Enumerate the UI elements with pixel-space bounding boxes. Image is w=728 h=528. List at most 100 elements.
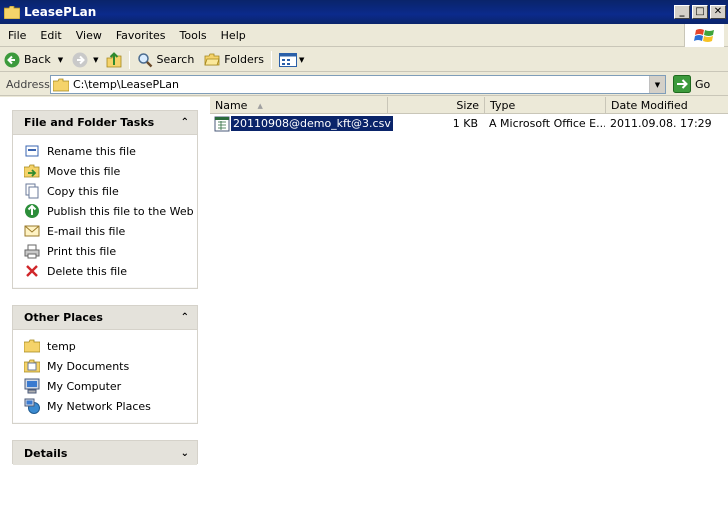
minimize-button[interactable]: _ <box>674 5 690 19</box>
toolbar-separator <box>271 50 273 69</box>
menu-bar: File Edit View Favorites Tools Help <box>0 24 728 47</box>
menu-tools[interactable]: Tools <box>173 29 214 42</box>
place-temp[interactable]: temp <box>24 336 197 356</box>
address-value: C:\temp\LeasePLan <box>73 78 179 91</box>
forward-button[interactable] <box>69 49 91 71</box>
delete-icon <box>24 263 40 279</box>
other-places-panel: Other Places ⌃ temp My Documents My Comp… <box>12 305 198 424</box>
back-arrow-icon <box>4 52 20 67</box>
expand-icon[interactable]: ⌄ <box>181 448 189 459</box>
folders-icon <box>204 53 220 65</box>
column-label: Date Modified <box>611 99 688 112</box>
address-bar: Address C:\temp\LeasePLan ▼ Go <box>0 73 728 96</box>
file-folder-tasks-header[interactable]: File and Folder Tasks ⌃ <box>13 111 197 135</box>
column-label: Name <box>215 99 248 112</box>
maximize-button[interactable]: □ <box>692 5 708 19</box>
windows-logo-icon <box>684 24 724 47</box>
place-label: My Computer <box>47 379 122 393</box>
task-copy[interactable]: Copy this file <box>24 181 197 201</box>
file-folder-tasks-panel: File and Folder Tasks ⌃ Rename this file… <box>12 110 198 289</box>
panel-title: File and Folder Tasks <box>24 116 155 129</box>
task-email[interactable]: E-mail this file <box>24 221 197 241</box>
my-documents-icon <box>24 358 40 374</box>
menu-favorites[interactable]: Favorites <box>109 29 173 42</box>
back-label: Back <box>24 53 51 66</box>
search-button[interactable]: Search <box>134 49 198 71</box>
title-bar[interactable]: LeasePLan _ □ ✕ <box>0 0 728 24</box>
menu-view[interactable]: View <box>69 29 109 42</box>
column-header-name[interactable]: Name ▲ <box>210 97 388 114</box>
views-dropdown-icon: ▼ <box>299 55 305 64</box>
column-label: Size <box>456 99 479 112</box>
column-header-type[interactable]: Type <box>485 97 606 114</box>
minimize-icon: _ <box>679 6 685 17</box>
task-publish-web[interactable]: Publish this file to the Web <box>24 201 197 221</box>
back-dropdown-icon[interactable]: ▼ <box>58 56 63 64</box>
email-icon <box>24 223 40 239</box>
move-icon <box>24 163 40 179</box>
menu-help[interactable]: Help <box>214 29 253 42</box>
rename-icon <box>24 143 40 159</box>
task-print[interactable]: Print this file <box>24 241 197 261</box>
place-my-computer[interactable]: My Computer <box>24 376 197 396</box>
details-header[interactable]: Details ⌄ <box>13 441 197 465</box>
address-input[interactable]: C:\temp\LeasePLan ▼ <box>50 75 666 94</box>
task-label: Copy this file <box>47 184 119 198</box>
task-label: Move this file <box>47 164 121 178</box>
folder-up-icon <box>106 51 121 67</box>
window-title: LeasePLan <box>24 5 97 19</box>
file-folder-tasks-body: Rename this file Move this file Copy thi… <box>13 135 197 287</box>
place-my-documents[interactable]: My Documents <box>24 356 197 376</box>
column-header-date-modified[interactable]: Date Modified <box>606 97 728 114</box>
column-label: Type <box>490 99 516 112</box>
file-type-cell: A Microsoft Office E... <box>489 117 605 130</box>
search-icon <box>137 52 152 67</box>
toolbar-separator <box>128 50 130 69</box>
other-places-header[interactable]: Other Places ⌃ <box>13 306 197 330</box>
place-my-network-places[interactable]: My Network Places <box>24 396 197 416</box>
task-label: E-mail this file <box>47 224 126 238</box>
back-button[interactable]: Back <box>0 49 54 71</box>
collapse-icon[interactable]: ⌃ <box>181 117 189 128</box>
print-icon <box>24 243 40 259</box>
task-label: Publish this file to the Web <box>47 204 194 218</box>
column-header-size[interactable]: Size <box>388 97 485 114</box>
task-label: Print this file <box>47 244 117 258</box>
go-arrow-icon <box>673 75 691 93</box>
column-header-row: Name ▲ Size Type Date Modified <box>210 97 728 114</box>
folder-icon <box>4 5 20 19</box>
folders-label: Folders <box>224 53 265 66</box>
menu-file[interactable]: File <box>0 29 33 42</box>
file-name: 20110908@demo_kft@3.csv <box>230 115 394 132</box>
task-label: Rename this file <box>47 144 136 158</box>
maximize-icon: □ <box>695 6 705 17</box>
folders-button[interactable]: Folders <box>201 49 267 71</box>
task-label: Delete this file <box>47 264 127 278</box>
standard-toolbar: Back ▼ ▼ Search Folders ▼ <box>0 48 728 72</box>
task-rename[interactable]: Rename this file <box>24 141 197 161</box>
sort-ascending-icon: ▲ <box>257 101 263 110</box>
menu-edit[interactable]: Edit <box>33 29 68 42</box>
place-label: My Documents <box>47 359 130 373</box>
go-button[interactable]: Go <box>673 75 710 93</box>
task-pane: File and Folder Tasks ⌃ Rename this file… <box>0 97 210 528</box>
other-places-body: temp My Documents My Computer My Network… <box>13 330 197 422</box>
close-icon: ✕ <box>713 6 723 17</box>
my-computer-icon <box>24 378 40 394</box>
task-move[interactable]: Move this file <box>24 161 197 181</box>
address-dropdown-button[interactable]: ▼ <box>649 76 665 93</box>
address-label: Address <box>6 77 50 91</box>
details-panel: Details ⌄ <box>12 440 198 465</box>
collapse-icon[interactable]: ⌃ <box>181 312 189 323</box>
file-row[interactable]: 20110908@demo_kft@3.csv 1 KB A Microsoft… <box>210 115 728 132</box>
forward-arrow-icon <box>72 52 88 67</box>
task-delete[interactable]: Delete this file <box>24 261 197 281</box>
file-name-cell[interactable]: 20110908@demo_kft@3.csv <box>210 115 394 132</box>
csv-file-icon <box>214 116 230 131</box>
close-button[interactable]: ✕ <box>710 5 726 19</box>
views-button[interactable]: ▼ <box>276 49 307 71</box>
up-button[interactable] <box>103 49 125 71</box>
forward-dropdown-icon[interactable]: ▼ <box>93 56 98 64</box>
search-label: Search <box>156 53 195 66</box>
file-size-cell: 1 KB <box>452 117 478 130</box>
